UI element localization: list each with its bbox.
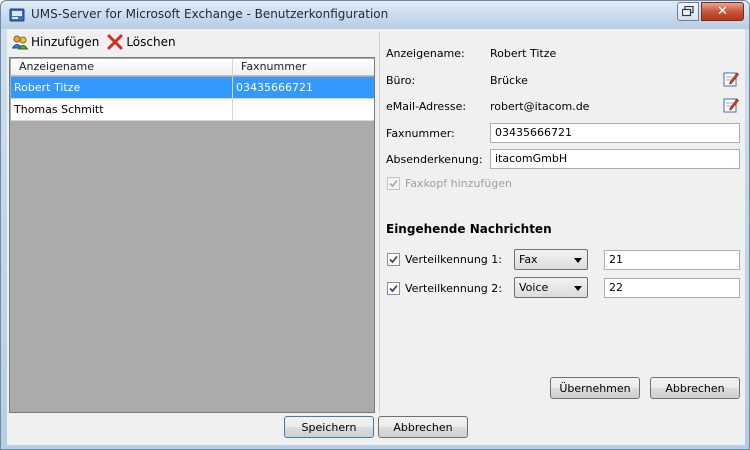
office-label: Büro: bbox=[386, 74, 416, 87]
close-icon: ✕ bbox=[717, 4, 728, 19]
distribution-id-2-input[interactable]: 22 bbox=[604, 278, 740, 298]
fax-header-checkbox[interactable] bbox=[387, 177, 400, 190]
apply-button[interactable]: Übernehmen bbox=[550, 377, 640, 399]
window-title: UMS-Server for Microsoft Exchange - Benu… bbox=[31, 7, 389, 21]
restore-icon bbox=[682, 6, 694, 17]
save-button[interactable]: Speichern bbox=[284, 416, 374, 438]
distribution-id-2-checkbox[interactable] bbox=[387, 282, 400, 295]
sender-id-label: Absenderkenung: bbox=[386, 153, 483, 166]
office-value: Brücke bbox=[490, 74, 528, 87]
distribution-id-1-type-select[interactable]: Fax bbox=[514, 249, 588, 270]
user-list-pane: Hinzufügen Löschen Anzeigename Faxnummer… bbox=[7, 29, 377, 413]
delete-icon bbox=[107, 34, 123, 50]
distribution-id-2-label: Verteilkennung 2: bbox=[405, 282, 502, 295]
dropdown-arrow-icon bbox=[574, 286, 582, 291]
user-details-pane: Anzeigename: Robert Titze Büro: Brücke e… bbox=[379, 33, 745, 413]
row-fax-cell[interactable] bbox=[233, 99, 374, 120]
column-header-fax[interactable]: Faxnummer bbox=[233, 59, 374, 76]
delete-user-label: Löschen bbox=[126, 35, 176, 49]
delete-user-button[interactable]: Löschen bbox=[104, 31, 178, 53]
restore-button[interactable] bbox=[677, 2, 699, 21]
row-name-cell[interactable]: Robert Titze bbox=[11, 77, 233, 98]
fax-number-input[interactable]: 03435666721 bbox=[490, 123, 740, 143]
distribution-id-1-checkbox[interactable] bbox=[387, 253, 400, 266]
checkmark-icon bbox=[389, 179, 398, 188]
cancel-details-button[interactable]: Abbrechen bbox=[650, 377, 740, 399]
distribution-id-1-label: Verteilkennung 1: bbox=[405, 253, 502, 266]
column-header-name[interactable]: Anzeigename bbox=[11, 59, 233, 76]
add-user-button[interactable]: Hinzufügen bbox=[9, 31, 102, 53]
distribution-id-2-type-value: Voice bbox=[519, 281, 549, 294]
close-button[interactable]: ✕ bbox=[701, 2, 744, 21]
dialog-button-bar: Speichern Abbrechen bbox=[7, 413, 745, 445]
table-row[interactable]: Thomas Schmitt bbox=[11, 99, 374, 121]
cancel-button[interactable]: Abbrechen bbox=[378, 416, 468, 438]
fax-header-label: Faxkopf hinzufügen bbox=[405, 177, 512, 190]
toolbar: Hinzufügen Löschen bbox=[7, 29, 377, 55]
sender-id-input[interactable]: itacomGmbH bbox=[490, 149, 740, 169]
title-bar[interactable]: UMS-Server for Microsoft Exchange - Benu… bbox=[1, 1, 749, 29]
add-user-label: Hinzufügen bbox=[31, 35, 100, 49]
dropdown-arrow-icon bbox=[574, 258, 582, 263]
email-value: robert@itacom.de bbox=[490, 100, 590, 113]
row-fax-cell[interactable]: 03435666721 bbox=[233, 77, 374, 98]
checkmark-icon bbox=[389, 255, 398, 264]
grid-header: Anzeigename Faxnummer bbox=[11, 59, 374, 76]
distribution-id-2-type-select[interactable]: Voice bbox=[514, 277, 588, 298]
client-area: Hinzufügen Löschen Anzeigename Faxnummer… bbox=[7, 29, 745, 445]
fax-number-label: Faxnummer: bbox=[386, 127, 455, 140]
distribution-id-1-type-value: Fax bbox=[519, 253, 538, 266]
checkmark-icon bbox=[389, 284, 398, 293]
user-grid[interactable]: Anzeigename Faxnummer Robert Titze 03435… bbox=[9, 57, 375, 413]
row-name-cell[interactable]: Thomas Schmitt bbox=[11, 99, 233, 120]
display-name-value: Robert Titze bbox=[490, 47, 557, 60]
edit-office-icon[interactable] bbox=[723, 71, 739, 87]
users-add-icon bbox=[12, 35, 28, 50]
incoming-messages-title: Eingehende Nachrichten bbox=[386, 222, 552, 236]
edit-email-icon[interactable] bbox=[723, 97, 739, 113]
display-name-label: Anzeigename: bbox=[386, 47, 465, 60]
app-icon bbox=[9, 8, 25, 22]
email-label: eMail-Adresse: bbox=[386, 100, 467, 113]
table-row[interactable]: Robert Titze 03435666721 bbox=[11, 77, 374, 99]
distribution-id-1-input[interactable]: 21 bbox=[604, 250, 740, 270]
app-window: UMS-Server for Microsoft Exchange - Benu… bbox=[0, 0, 750, 450]
